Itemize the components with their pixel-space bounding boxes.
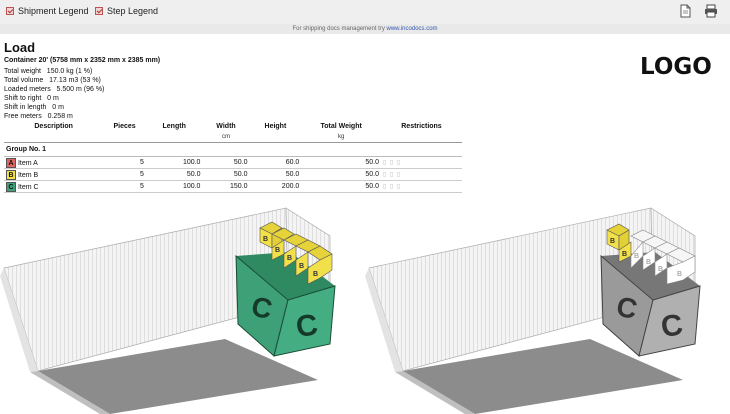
item-height: 50.0 [249, 168, 302, 181]
stat-total-volume: Total volume 17.13 m3 (53 %) [4, 77, 101, 84]
item-pieces: 5 [103, 168, 146, 181]
stat-loaded-meters: Loaded meters 5.500 m (96 %) [4, 86, 105, 93]
col-total-weight: Total Weight [320, 123, 362, 130]
item-name: Item B [17, 171, 39, 179]
col-description: Description [34, 123, 73, 130]
item-b-label: B [610, 238, 615, 245]
items-table: Description Pieces Length Width Height T… [4, 122, 462, 193]
stat-total-weight: Total weight 150.0 kg (1 %) [4, 68, 93, 75]
page-title: Load [4, 40, 36, 55]
company-logo: LOGO [640, 54, 712, 80]
promo-bar: For shipping docs management try www.inc… [0, 24, 730, 34]
item-length: 100.0 [145, 156, 203, 169]
item-length: 50.0 [145, 168, 203, 181]
item-weight: 50.0 [301, 180, 381, 193]
unit-kg: kg [301, 131, 381, 143]
restriction-icons: ▯ ▯ ▯ [380, 156, 462, 169]
col-width: Width [216, 123, 236, 130]
item-b-label: B [677, 271, 682, 278]
item-a-badge: A [6, 157, 16, 168]
load-stats: Total weight 150.0 kg (1 %) Total volume… [4, 67, 104, 121]
stat-shift-right: Shift to right 0 m [4, 95, 59, 102]
col-length: Length [162, 123, 186, 130]
incodocs-link[interactable]: www.incodocs.com [387, 26, 438, 32]
load-view-step: C C B B B B B B [365, 207, 701, 414]
unit-cm: cm [202, 131, 250, 143]
item-b-label: B [634, 253, 639, 260]
table-row[interactable]: B Item B 5 50.0 50.0 50.0 50.0 ▯ ▯ ▯ [4, 168, 462, 181]
shipment-legend-checkbox[interactable]: Shipment Legend [6, 6, 89, 16]
item-c-label: C [659, 308, 685, 344]
group-row: Group No. 1 [4, 142, 462, 157]
restriction-icons: ▯ ▯ ▯ [380, 180, 462, 193]
restriction-icons: ▯ ▯ ▯ [380, 168, 462, 181]
step-legend-label: Step Legend [107, 6, 159, 16]
col-restrictions: Restrictions [401, 123, 442, 130]
checkbox-checked-icon [6, 7, 14, 15]
item-b-label: B [287, 255, 292, 262]
load-view-full: C C B B B B B [0, 207, 336, 414]
item-b-badge: B [6, 169, 16, 180]
col-pieces: Pieces [113, 123, 136, 130]
item-weight: 50.0 [301, 168, 381, 181]
container-spec: Container 20' (5758 mm x 2352 mm x 2385 … [4, 57, 161, 64]
item-length: 100.0 [145, 180, 203, 193]
item-name: Item C [17, 183, 39, 191]
stat-shift-length: Shift in length 0 m [4, 104, 64, 111]
group-label: Group No. 1 [4, 142, 462, 157]
table-row[interactable]: C Item C 5 100.0 150.0 200.0 50.0 ▯ ▯ ▯ [4, 180, 462, 193]
item-pieces: 5 [103, 180, 146, 193]
item-width: 50.0 [202, 156, 250, 169]
table-row[interactable]: A Item A 5 100.0 50.0 60.0 50.0 ▯ ▯ ▯ [4, 156, 462, 169]
checkbox-checked-icon [95, 7, 103, 15]
stat-free-meters: Free meters 0.258 m [4, 113, 73, 120]
item-b-label: B [275, 247, 280, 254]
item-width: 50.0 [202, 168, 250, 181]
item-c-badge: C [6, 181, 16, 192]
table-units-row: cm kg [4, 131, 462, 143]
printer-icon[interactable] [704, 4, 718, 23]
item-height: 60.0 [249, 156, 302, 169]
item-b-label: B [658, 266, 663, 273]
item-height: 200.0 [249, 180, 302, 193]
item-b-label: B [299, 263, 304, 270]
item-c-label: C [294, 308, 320, 344]
table-header-row: Description Pieces Length Width Height T… [4, 122, 462, 131]
toolbar: Shipment Legend Step Legend [0, 0, 730, 25]
item-b-label: B [646, 259, 651, 266]
col-height: Height [264, 123, 287, 130]
step-legend-checkbox[interactable]: Step Legend [95, 6, 158, 16]
item-b-label: B [622, 251, 627, 258]
promo-text: For shipping docs management try [292, 26, 385, 32]
item-b-label: B [263, 236, 268, 243]
shipment-legend-label: Shipment Legend [18, 6, 89, 16]
item-name: Item A [17, 159, 38, 167]
item-pieces: 5 [103, 156, 146, 169]
item-b-label: B [313, 271, 318, 278]
item-weight: 50.0 [301, 156, 381, 169]
document-icon[interactable] [680, 4, 691, 23]
item-width: 150.0 [202, 180, 250, 193]
